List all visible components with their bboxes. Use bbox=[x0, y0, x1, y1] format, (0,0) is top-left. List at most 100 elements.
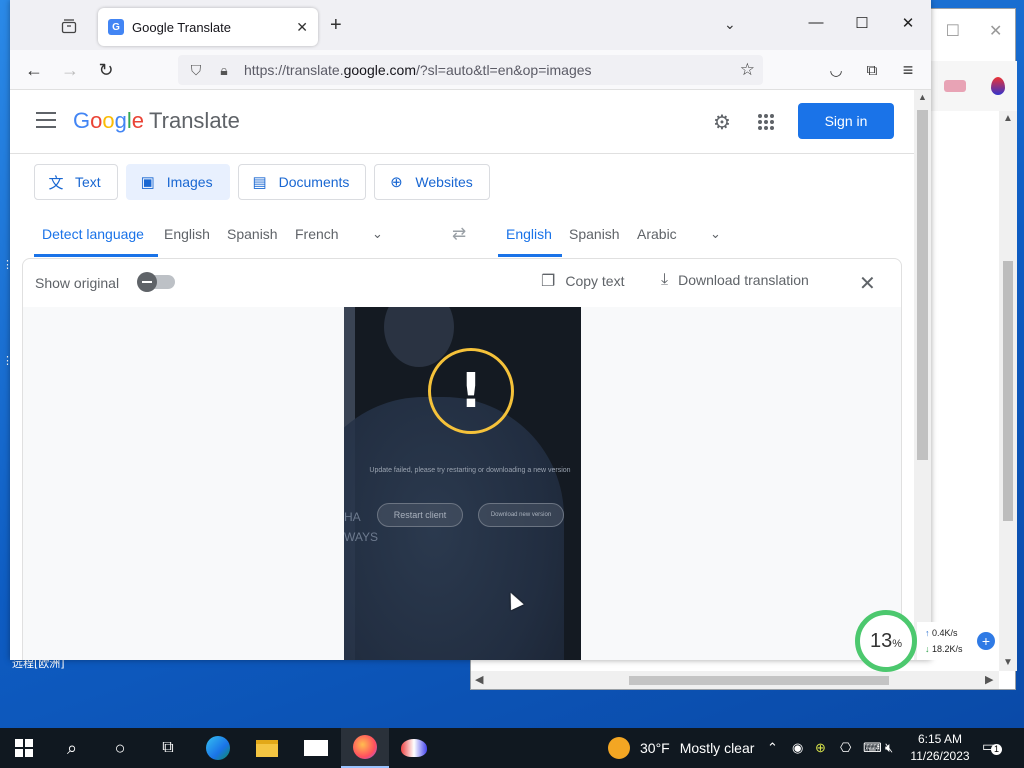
edge-browser-icon[interactable] bbox=[194, 728, 242, 768]
navigation-bar: ← → ↻ ⛉ 🔒︎ https://translate.google.com/… bbox=[10, 50, 931, 90]
close-icon[interactable]: ✕ bbox=[859, 271, 876, 296]
copy-text-button[interactable]: ❐ Copy text bbox=[541, 271, 624, 291]
google-translate-logo[interactable]: Google Translate bbox=[73, 108, 240, 134]
network-monitor-widget[interactable]: ↑ 0.4K/s ↓ 18.2K/s 13% + bbox=[855, 610, 1000, 672]
source-lang-english[interactable]: English bbox=[164, 226, 210, 242]
sign-in-button[interactable]: Sign in bbox=[798, 103, 894, 139]
firefox-icon[interactable] bbox=[341, 728, 389, 768]
target-lang-spanish[interactable]: Spanish bbox=[569, 226, 620, 242]
task-view-icon[interactable]: ⧉ bbox=[144, 728, 192, 768]
pocket-icon[interactable]: ◡ bbox=[824, 58, 848, 82]
vertical-scrollbar[interactable]: ▲ ▼ bbox=[999, 111, 1017, 671]
mode-text-button[interactable]: 文 Text bbox=[34, 164, 118, 200]
translated-image: HA WAYS ! Update failed, please try rest… bbox=[344, 307, 581, 660]
tab-strip: G Google Translate ✕ + ⌄ — ☐ ✕ bbox=[10, 0, 931, 50]
mode-websites-button[interactable]: ⊕ Websites bbox=[374, 164, 490, 200]
minimize-button[interactable]: — bbox=[806, 14, 826, 31]
forward-button[interactable]: → bbox=[58, 58, 82, 82]
image-preview-area: HA WAYS ! Update failed, please try rest… bbox=[23, 307, 901, 660]
mail-icon[interactable] bbox=[292, 728, 340, 768]
weather-description: Mostly clear bbox=[679, 740, 755, 756]
boost-plus-icon[interactable]: + bbox=[977, 632, 995, 650]
record-icon[interactable]: ◉ bbox=[792, 740, 803, 756]
scroll-up-icon[interactable]: ▲ bbox=[918, 92, 927, 102]
scroll-down-icon[interactable]: ▼ bbox=[1003, 657, 1013, 668]
new-tab-button[interactable]: + bbox=[330, 15, 342, 35]
target-lang-more-icon[interactable]: ⌄ bbox=[710, 226, 721, 242]
source-lang-more-icon[interactable]: ⌄ bbox=[372, 226, 383, 242]
swap-languages-icon[interactable]: ⇄ bbox=[452, 224, 466, 244]
tray-chevron-up-icon[interactable]: ⌃ bbox=[767, 740, 778, 756]
network-icon[interactable]: ⌨ bbox=[863, 740, 882, 756]
search-icon[interactable]: ⌕ bbox=[48, 728, 96, 768]
lock-icon[interactable]: 🔒︎ bbox=[216, 62, 232, 79]
download-translation-button[interactable]: ⤓ Download translation bbox=[661, 271, 809, 289]
weather-moon-icon bbox=[608, 737, 630, 759]
google-translate-favicon-icon: G bbox=[108, 19, 124, 35]
scroll-right-icon[interactable]: ▶ bbox=[985, 673, 993, 686]
menu-icon[interactable]: ≡ bbox=[896, 58, 920, 82]
main-menu-icon[interactable] bbox=[36, 112, 56, 128]
maximize-button[interactable]: ☐ bbox=[852, 14, 872, 32]
scrollbar-thumb[interactable] bbox=[1003, 261, 1013, 521]
usage-percent-unit: % bbox=[892, 637, 903, 650]
language-bar: Detect language English Spanish French ⌄… bbox=[10, 214, 914, 258]
notification-center-icon[interactable]: ▭ 1 bbox=[982, 738, 1004, 758]
extension-balloon-icon[interactable] bbox=[990, 77, 1005, 95]
upload-arrow-icon: ↑ bbox=[925, 628, 930, 638]
volume-muted-icon[interactable]: 🔇︎ bbox=[885, 740, 893, 756]
scroll-left-icon[interactable]: ◀ bbox=[475, 673, 483, 686]
source-lang-spanish[interactable]: Spanish bbox=[227, 226, 278, 242]
horizontal-scrollbar[interactable]: ◀ ▶ bbox=[471, 671, 999, 689]
chevron-down-icon[interactable]: ⌄ bbox=[724, 16, 736, 33]
show-original-toggle[interactable] bbox=[137, 272, 175, 292]
tray-app-icon[interactable]: ⎔ bbox=[840, 740, 851, 756]
source-lang-french[interactable]: French bbox=[295, 226, 339, 242]
page-header: Google Translate ⚙ Sign in bbox=[10, 90, 914, 154]
download-icon: ⤓ bbox=[661, 271, 669, 288]
image-icon: ▣ bbox=[140, 174, 155, 191]
start-button[interactable] bbox=[0, 728, 48, 768]
bookmark-star-icon[interactable]: ☆ bbox=[740, 60, 755, 80]
target-lang-english[interactable]: English bbox=[506, 226, 552, 242]
mode-documents-button[interactable]: ▤ Documents bbox=[237, 164, 367, 200]
source-lang-detect[interactable]: Detect language bbox=[42, 226, 144, 242]
apps-grid-icon[interactable] bbox=[754, 110, 778, 134]
page-scrollbar[interactable]: ▲ bbox=[914, 90, 931, 660]
mode-images-button[interactable]: ▣ Images bbox=[125, 164, 230, 200]
taskbar: ⌕ ○ ⧉ 30°F Mostly clear ⌃ ◉ ⊕ ⎔ ⌨ 🔇︎ 6:1… bbox=[0, 728, 1024, 768]
tray-plus-icon[interactable]: ⊕ bbox=[815, 740, 826, 756]
taskbar-clock[interactable]: 6:15 AM 11/26/2023 bbox=[908, 731, 972, 765]
address-bar[interactable]: ⛉ 🔒︎ https://translate.google.com/?sl=au… bbox=[178, 55, 763, 85]
back-button[interactable]: ← bbox=[22, 58, 46, 82]
settings-gear-icon[interactable]: ⚙ bbox=[710, 110, 734, 134]
extensions-icon[interactable]: ⧉ bbox=[860, 58, 884, 82]
close-tab-icon[interactable]: ✕ bbox=[296, 19, 308, 36]
scroll-up-icon[interactable]: ▲ bbox=[1003, 113, 1013, 124]
memory-usage-ring[interactable]: 13% bbox=[855, 610, 917, 672]
scrollbar-thumb[interactable] bbox=[629, 676, 889, 685]
url-text[interactable]: https://translate.google.com/?sl=auto&tl… bbox=[244, 62, 592, 78]
image-error-message: Update failed, please try restarting or … bbox=[369, 467, 571, 474]
remote-app-icon[interactable] bbox=[390, 728, 438, 768]
clock-date: 11/26/2023 bbox=[910, 749, 970, 763]
close-window-button[interactable]: ✕ bbox=[898, 14, 918, 32]
download-speed: 18.2K/s bbox=[932, 644, 963, 654]
show-original-label: Show original bbox=[35, 275, 120, 291]
reload-button[interactable]: ↻ bbox=[94, 58, 118, 82]
browser-window: G Google Translate ✕ + ⌄ — ☐ ✕ ← → ↻ ⛉ 🔒… bbox=[10, 0, 931, 660]
scrollbar-thumb[interactable] bbox=[917, 110, 928, 460]
maximize-icon[interactable]: ☐ bbox=[946, 21, 960, 41]
tab-google-translate[interactable]: G Google Translate ✕ bbox=[98, 8, 318, 46]
cortana-icon[interactable]: ○ bbox=[96, 728, 144, 768]
download-arrow-icon: ↓ bbox=[925, 644, 930, 654]
extension-eraser-icon[interactable] bbox=[943, 80, 966, 92]
weather-temperature: 30°F bbox=[640, 740, 670, 756]
shield-icon[interactable]: ⛉ bbox=[188, 62, 204, 79]
close-icon[interactable]: ✕ bbox=[989, 21, 1002, 41]
file-explorer-icon[interactable] bbox=[243, 728, 291, 768]
tab-list-icon[interactable] bbox=[57, 14, 81, 38]
target-lang-arabic[interactable]: Arabic bbox=[637, 226, 677, 242]
source-lang-indicator bbox=[34, 254, 158, 257]
weather-widget[interactable]: 30°F Mostly clear bbox=[608, 728, 754, 768]
